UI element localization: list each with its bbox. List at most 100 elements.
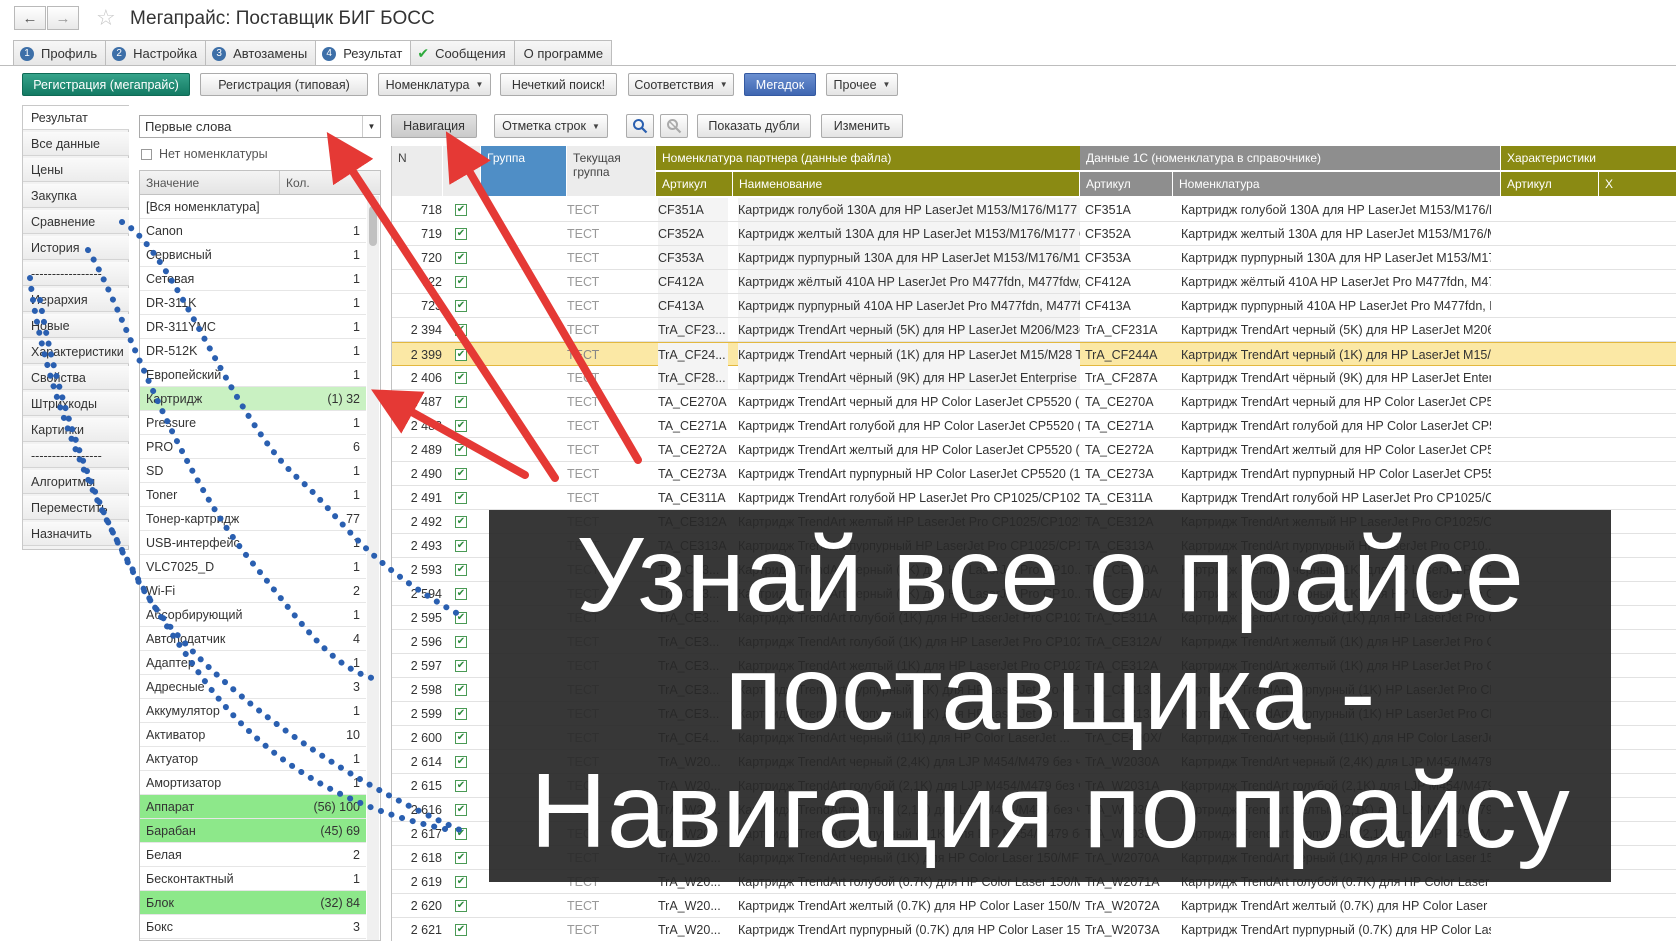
- column-header-check[interactable]: [443, 146, 480, 196]
- value-row[interactable]: DR-311K 1: [140, 291, 366, 315]
- nav-item-assign[interactable]: Назначить: [23, 522, 129, 546]
- column-header-x[interactable]: Х: [1599, 172, 1676, 196]
- table-row[interactable]: 2 394 ✔ ТЕСТ TrA_CF23... Картридж TrendArt ч…: [392, 318, 1676, 342]
- row-checkbox[interactable]: ✔: [452, 678, 470, 701]
- column-header-name[interactable]: Наименование: [733, 172, 1079, 196]
- table-row[interactable]: 720 ✔ ТЕСТ CF353A Картридж пурпурный 130А дл…: [392, 246, 1676, 270]
- row-checkbox[interactable]: ✔: [452, 294, 470, 317]
- nav-item-characteristics[interactable]: Характеристики: [23, 340, 129, 364]
- checkbox-box[interactable]: [141, 148, 152, 160]
- column-header-n[interactable]: N: [392, 146, 442, 196]
- row-checkbox[interactable]: ✔: [452, 918, 470, 941]
- tab-result[interactable]: 4 Результат: [315, 40, 412, 66]
- table-row[interactable]: 2 491 ✔ ТЕСТ TA_CE311A Картридж TrendArt гол…: [392, 486, 1676, 510]
- register-megaprice-button[interactable]: Регистрация (мегапрайс): [22, 73, 190, 96]
- row-checkbox[interactable]: ✔: [452, 606, 470, 629]
- value-row[interactable]: Тонер-картридж 77: [140, 507, 366, 531]
- search-button[interactable]: [626, 114, 654, 138]
- row-checkbox[interactable]: ✔: [452, 318, 470, 341]
- value-row[interactable]: Абсорбирующий 1: [140, 603, 366, 627]
- column-header-count[interactable]: Кол.: [280, 171, 380, 194]
- column-header-article-1c[interactable]: Артикул: [1080, 172, 1172, 196]
- nav-item-new[interactable]: Новые: [23, 314, 129, 338]
- change-button[interactable]: Изменить: [821, 114, 903, 138]
- tab-about[interactable]: О программе: [513, 40, 613, 66]
- value-row[interactable]: Бесконтактный 1: [140, 867, 366, 891]
- table-row[interactable]: 2 487 ✔ ТЕСТ TA_CE270A Картридж TrendArt чер…: [392, 390, 1676, 414]
- row-checkbox[interactable]: ✔: [452, 846, 470, 869]
- column-header-article[interactable]: Артикул: [656, 172, 732, 196]
- megadok-button[interactable]: Мегадок: [744, 73, 816, 96]
- row-checkbox[interactable]: ✔: [452, 222, 470, 245]
- row-checkbox[interactable]: ✔: [452, 894, 470, 917]
- table-row[interactable]: 2 399 ✔ ТЕСТ TrA_CF24... Картридж TrendArt ч…: [392, 342, 1676, 366]
- row-checkbox[interactable]: ✔: [452, 726, 470, 749]
- row-checkbox[interactable]: ✔: [452, 438, 470, 461]
- nav-item-algorithms[interactable]: Алгоритмы: [23, 470, 129, 494]
- row-checkbox[interactable]: ✔: [452, 462, 470, 485]
- column-header-current-group[interactable]: Текущая группа: [567, 146, 655, 196]
- value-row[interactable]: Актуатор 1: [140, 747, 366, 771]
- forward-button[interactable]: →: [47, 6, 79, 30]
- fuzzy-search-button[interactable]: Нечеткий поиск!: [500, 73, 617, 96]
- tab-profile[interactable]: 1 Профиль: [13, 40, 107, 66]
- row-checkbox[interactable]: ✔: [452, 510, 470, 533]
- tab-messages[interactable]: ✔ Сообщения: [410, 40, 515, 66]
- table-row[interactable]: 723 ✔ ТЕСТ CF413A Картридж пурпурный 410A HP…: [392, 294, 1676, 318]
- value-row[interactable]: Бокс 3: [140, 915, 366, 939]
- back-button[interactable]: ←: [14, 6, 46, 30]
- row-checkbox[interactable]: ✔: [452, 390, 470, 413]
- nav-item-hierarchy[interactable]: Иерархия: [23, 288, 129, 312]
- row-checkbox[interactable]: ✔: [452, 534, 470, 557]
- search-clear-button[interactable]: [660, 114, 688, 138]
- scrollbar[interactable]: [367, 196, 379, 940]
- row-checkbox[interactable]: ✔: [452, 630, 470, 653]
- row-checkbox[interactable]: ✔: [452, 774, 470, 797]
- nav-item-comparison[interactable]: Сравнение: [23, 210, 129, 234]
- table-row[interactable]: 2 489 ✔ ТЕСТ TA_CE272A Картридж TrendArt жел…: [392, 438, 1676, 462]
- row-checkbox[interactable]: ✔: [452, 702, 470, 725]
- value-row[interactable]: Аккумулятор 1: [140, 699, 366, 723]
- tab-autoreplace[interactable]: 3 Автозамены: [205, 40, 317, 66]
- row-checkbox[interactable]: ✔: [452, 798, 470, 821]
- nav-item-history[interactable]: История: [23, 236, 129, 260]
- row-checkbox[interactable]: ✔: [452, 198, 470, 221]
- row-checkbox[interactable]: ✔: [452, 654, 470, 677]
- table-row[interactable]: 2 621 ✔ ТЕСТ TrA_W20... Картридж TrendArt пу…: [392, 918, 1676, 941]
- column-header-group[interactable]: Группа: [481, 146, 566, 196]
- other-button[interactable]: Прочее ▼: [826, 73, 898, 96]
- value-row[interactable]: USB-интерфейс 1: [140, 531, 366, 555]
- value-row[interactable]: Амортизатор 1: [140, 771, 366, 795]
- value-row[interactable]: Автоподатчик 4: [140, 627, 366, 651]
- value-row[interactable]: Pressure 1: [140, 411, 366, 435]
- filter-mode-select[interactable]: Первые слова ▼: [139, 115, 381, 138]
- nav-item-barcodes[interactable]: Штрихкоды: [23, 392, 129, 416]
- value-row[interactable]: Адаптер 1: [140, 651, 366, 675]
- scrollbar-thumb[interactable]: [369, 206, 377, 246]
- table-row[interactable]: 718 ✔ ТЕСТ CF351A Картридж голубой 130А для …: [392, 198, 1676, 222]
- row-checkbox[interactable]: ✔: [452, 486, 470, 509]
- star-icon[interactable]: ☆: [96, 6, 116, 30]
- table-row[interactable]: 2 490 ✔ ТЕСТ TA_CE273A Картридж TrendArt пур…: [392, 462, 1676, 486]
- row-checkbox[interactable]: ✔: [452, 343, 470, 366]
- value-row[interactable]: Сетевая 1: [140, 267, 366, 291]
- show-duplicates-button[interactable]: Показать дубли: [697, 114, 811, 138]
- nav-item-purchase[interactable]: Закупка: [23, 184, 129, 208]
- nav-item-properties[interactable]: Свойства: [23, 366, 129, 390]
- row-checkbox[interactable]: ✔: [452, 270, 470, 293]
- value-row[interactable]: Блок (32) 84: [140, 891, 366, 915]
- value-row[interactable]: Wi-Fi 2: [140, 579, 366, 603]
- value-row[interactable]: Сервисный 1: [140, 243, 366, 267]
- nav-item-move[interactable]: Переместить: [23, 496, 129, 520]
- nav-item-prices[interactable]: Цены: [23, 158, 129, 182]
- row-checkbox[interactable]: ✔: [452, 246, 470, 269]
- row-checkbox[interactable]: ✔: [452, 366, 470, 389]
- row-checkbox[interactable]: ✔: [452, 870, 470, 893]
- no-nomenclature-checkbox[interactable]: Нет номенклатуры: [141, 147, 268, 161]
- value-row[interactable]: SD 1: [140, 459, 366, 483]
- tab-settings[interactable]: 2 Настройка: [105, 40, 207, 66]
- nav-item-result[interactable]: Результат: [23, 106, 129, 130]
- value-row[interactable]: VLC7025_D 1: [140, 555, 366, 579]
- row-checkbox[interactable]: ✔: [452, 582, 470, 605]
- column-header-value[interactable]: Значение: [140, 171, 280, 194]
